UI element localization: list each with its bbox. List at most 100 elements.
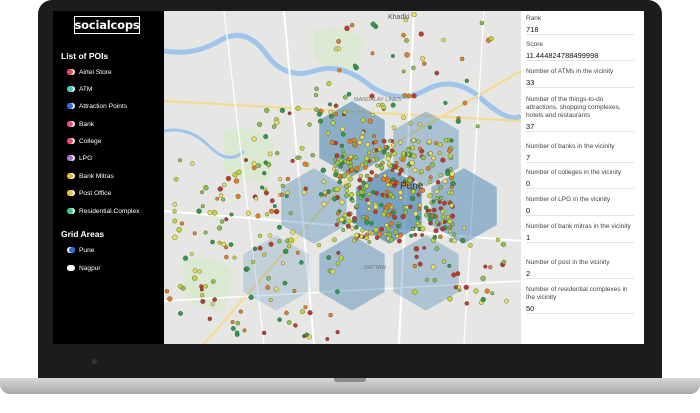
poi-marker[interactable] bbox=[388, 237, 394, 243]
toggle-icon[interactable] bbox=[67, 155, 75, 161]
poi-marker[interactable] bbox=[425, 166, 431, 171]
poi-marker[interactable] bbox=[233, 178, 240, 184]
poi-marker[interactable] bbox=[325, 337, 330, 341]
poi-marker[interactable] bbox=[252, 246, 258, 251]
poi-marker[interactable] bbox=[398, 167, 404, 173]
poi-marker[interactable] bbox=[374, 156, 379, 162]
poi-marker[interactable] bbox=[232, 172, 238, 178]
poi-marker[interactable] bbox=[348, 154, 353, 159]
poi-marker[interactable] bbox=[467, 243, 473, 248]
poi-marker[interactable] bbox=[396, 224, 401, 229]
poi-marker[interactable] bbox=[283, 248, 289, 255]
poi-marker[interactable] bbox=[287, 111, 292, 116]
poi-marker[interactable] bbox=[192, 268, 198, 273]
poi-marker[interactable] bbox=[340, 126, 345, 132]
poi-marker[interactable] bbox=[332, 167, 336, 171]
poi-marker[interactable] bbox=[217, 186, 223, 192]
poi-marker[interactable] bbox=[364, 235, 369, 241]
poi-marker[interactable] bbox=[346, 212, 351, 217]
poi-marker[interactable] bbox=[450, 222, 455, 227]
poi-marker[interactable] bbox=[336, 46, 341, 51]
poi-marker[interactable] bbox=[475, 124, 480, 129]
poi-marker[interactable] bbox=[353, 154, 359, 160]
poi-marker[interactable] bbox=[329, 113, 334, 119]
poi-marker[interactable] bbox=[440, 157, 446, 163]
poi-marker[interactable] bbox=[365, 142, 371, 148]
poi-marker[interactable] bbox=[464, 78, 469, 83]
poi-marker[interactable] bbox=[303, 186, 308, 191]
toggle-icon[interactable] bbox=[67, 86, 75, 92]
poi-marker[interactable] bbox=[220, 219, 225, 224]
poi-marker[interactable] bbox=[251, 165, 257, 171]
poi-marker[interactable] bbox=[404, 38, 409, 43]
poi-marker[interactable] bbox=[313, 93, 319, 98]
poi-marker[interactable] bbox=[335, 160, 341, 166]
poi-marker[interactable] bbox=[354, 204, 359, 209]
poi-marker[interactable] bbox=[364, 183, 370, 189]
poi-marker[interactable] bbox=[326, 189, 331, 195]
poi-marker[interactable] bbox=[441, 259, 446, 264]
poi-marker[interactable] bbox=[397, 232, 403, 238]
poi-marker[interactable] bbox=[386, 232, 392, 238]
poi-marker[interactable] bbox=[287, 244, 292, 249]
toggle-icon[interactable] bbox=[67, 265, 75, 271]
poi-marker[interactable] bbox=[269, 208, 274, 214]
poi-marker[interactable] bbox=[373, 204, 379, 210]
poi-marker[interactable] bbox=[382, 150, 387, 155]
poi-marker[interactable] bbox=[451, 272, 457, 278]
poi-marker[interactable] bbox=[415, 221, 420, 226]
poi-marker[interactable] bbox=[207, 210, 213, 216]
poi-marker[interactable] bbox=[455, 118, 461, 124]
poi-marker[interactable] bbox=[490, 291, 495, 296]
poi-marker[interactable] bbox=[172, 209, 177, 214]
poi-marker[interactable] bbox=[449, 171, 455, 177]
poi-marker[interactable] bbox=[410, 145, 416, 151]
poi-marker[interactable] bbox=[224, 245, 229, 250]
grid-hexagon[interactable] bbox=[430, 167, 498, 245]
poi-marker[interactable] bbox=[441, 214, 446, 219]
poi-marker[interactable] bbox=[332, 237, 337, 243]
poi-marker[interactable] bbox=[422, 61, 427, 66]
poi-marker[interactable] bbox=[382, 173, 387, 178]
poi-marker[interactable] bbox=[349, 23, 355, 28]
poi-marker[interactable] bbox=[439, 196, 444, 200]
poi-marker[interactable] bbox=[419, 169, 424, 174]
poi-marker[interactable] bbox=[400, 157, 406, 162]
poi-marker[interactable] bbox=[431, 156, 436, 161]
poi-marker[interactable] bbox=[383, 231, 388, 236]
poi-marker[interactable] bbox=[411, 138, 417, 143]
poi-marker[interactable] bbox=[408, 204, 413, 209]
poi-marker[interactable] bbox=[178, 158, 183, 163]
poi-marker[interactable] bbox=[342, 109, 348, 115]
poi-marker[interactable] bbox=[282, 280, 288, 286]
poi-marker[interactable] bbox=[255, 213, 261, 219]
poi-marker[interactable] bbox=[391, 143, 396, 148]
poi-marker[interactable] bbox=[397, 238, 402, 244]
poi-marker[interactable] bbox=[385, 225, 391, 231]
poi-marker[interactable] bbox=[388, 138, 392, 143]
poi-marker[interactable] bbox=[210, 239, 215, 245]
poi-marker[interactable] bbox=[438, 173, 443, 178]
poi-marker[interactable] bbox=[385, 189, 390, 194]
poi-marker[interactable] bbox=[410, 227, 415, 232]
poi-marker[interactable] bbox=[473, 288, 479, 294]
poi-marker[interactable] bbox=[422, 246, 427, 250]
poi-marker[interactable] bbox=[251, 136, 257, 142]
poi-marker[interactable] bbox=[343, 95, 348, 100]
poi-marker[interactable] bbox=[367, 206, 372, 211]
poi-marker[interactable] bbox=[462, 100, 468, 106]
poi-marker[interactable] bbox=[288, 211, 293, 216]
poi-marker[interactable] bbox=[267, 233, 273, 238]
poi-marker[interactable] bbox=[266, 276, 271, 281]
poi-marker[interactable] bbox=[488, 265, 493, 270]
poi-marker[interactable] bbox=[339, 216, 345, 223]
poi-marker[interactable] bbox=[374, 148, 379, 153]
poi-marker[interactable] bbox=[284, 310, 289, 316]
poi-marker[interactable] bbox=[339, 199, 345, 205]
poi-marker[interactable] bbox=[452, 238, 457, 244]
poi-marker[interactable] bbox=[344, 193, 350, 199]
poi-marker[interactable] bbox=[483, 264, 488, 269]
poi-marker[interactable] bbox=[427, 193, 433, 199]
poi-marker[interactable] bbox=[435, 220, 440, 225]
poi-marker[interactable] bbox=[367, 192, 372, 196]
